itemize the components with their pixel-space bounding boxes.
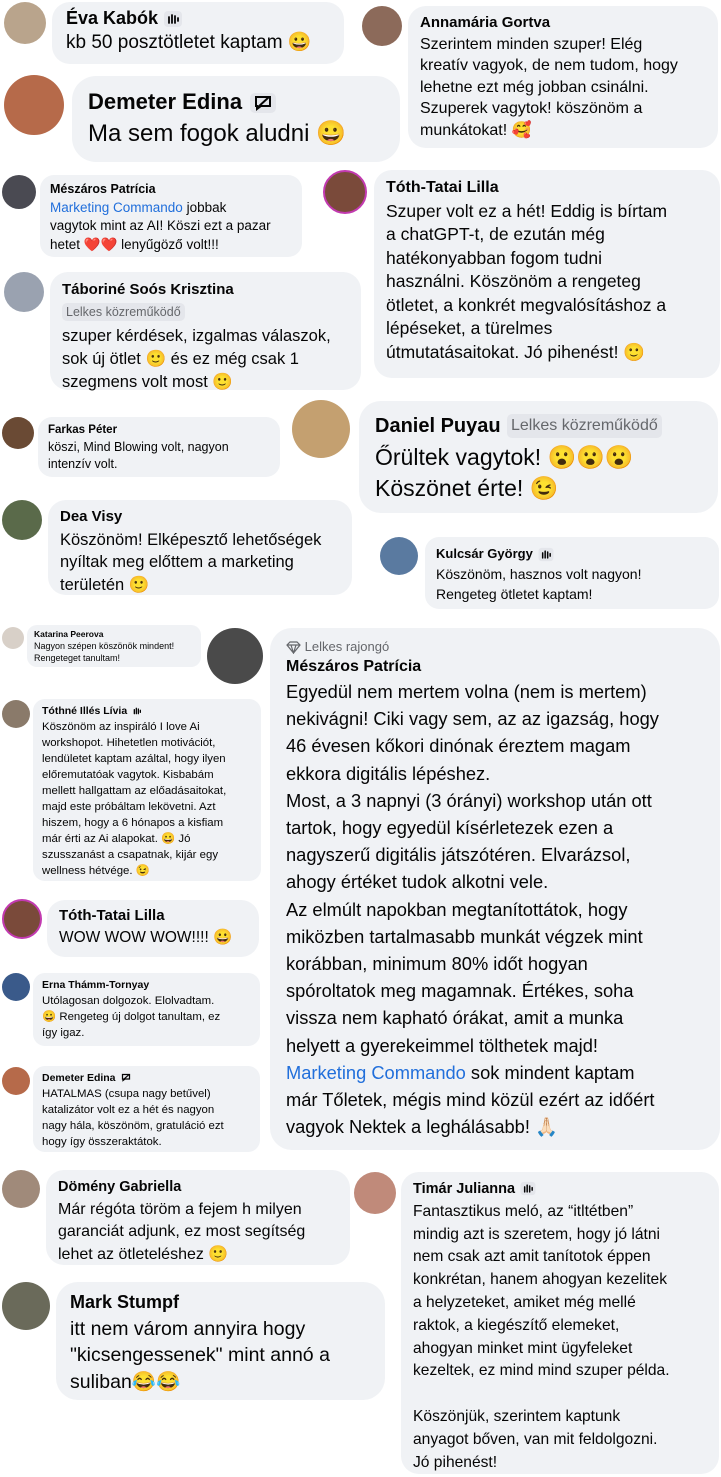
comment-bubble: Táboriné Soós Krisztina Lelkes közreműkö…: [50, 272, 361, 391]
comment-bubble: Demeter Edina Ma sem fogok aludni 😀: [72, 76, 400, 162]
avatar[interactable]: [323, 170, 367, 214]
comment-text: Nagyon szépen köszönök mindent! Rengeteg…: [34, 641, 175, 663]
avatar[interactable]: [4, 75, 64, 135]
comment-bubble: Katarina Peerova Nagyon szépen köszönök …: [27, 625, 201, 667]
comment-text: itt nem várom annyira hogy "kicsengessen…: [70, 1317, 330, 1393]
author-name[interactable]: Kulcsár György: [436, 546, 533, 561]
comment-text: Köszönöm az inspiráló I love Ai workshop…: [42, 721, 227, 877]
comment-bubble: Mészáros Patrícia Marketing Commando job…: [40, 175, 302, 257]
chat-icon: [249, 92, 277, 114]
comment-text: Szerintem minden szuper! Elég kreatív va…: [420, 35, 678, 139]
comment-text: Őrültek vagytok! 😮😮😮 Köszönet érte! 😉: [375, 444, 634, 501]
author-name[interactable]: Timár Julianna: [413, 1181, 515, 1197]
wave-icon: [130, 705, 144, 717]
avatar[interactable]: [4, 2, 46, 44]
contributor-badge: Lelkes közreműködő: [62, 303, 185, 321]
comment-bubble: Éva Kabók kb 50 posztötletet kaptam 😀: [52, 2, 344, 64]
author-name[interactable]: Daniel Puyau: [375, 415, 501, 437]
comment-text: Utólagosan dolgozok. Elolvadtam. 😀 Renge…: [42, 995, 221, 1039]
mention-link[interactable]: Marketing Commando: [286, 1062, 466, 1083]
author-name[interactable]: Táboriné Soós Krisztina: [62, 278, 349, 301]
comment-text: WOW WOW WOW!!!! 😀: [59, 929, 233, 946]
comment-text: Köszönöm! Elképesztő lehetőségek nyíltak…: [60, 530, 322, 594]
mention-link[interactable]: Marketing Commando: [50, 200, 183, 215]
comment-bubble: Dea Visy Köszönöm! Elképesztő lehetősége…: [48, 500, 352, 595]
avatar[interactable]: [380, 537, 418, 575]
comment-bubble: Kulcsár György Köszönöm, hasznos volt na…: [425, 537, 719, 609]
contributor-badge: Lelkes közreműködő: [507, 413, 662, 438]
comment-bubble: Demeter Edina HATALMAS (csupa nagy betűv…: [33, 1066, 260, 1152]
avatar[interactable]: [2, 1282, 50, 1330]
author-name[interactable]: Demeter Edina: [88, 89, 242, 114]
avatar[interactable]: [2, 1170, 40, 1208]
author-name[interactable]: Tóth-Tatai Lilla: [59, 905, 247, 927]
comment-text: Ma sem fogok aludni 😀: [88, 120, 346, 147]
author-name[interactable]: Demeter Edina: [42, 1072, 116, 1084]
comment-bubble: Tóth-Tatai Lilla Szuper volt ez a hét! E…: [374, 170, 720, 378]
avatar[interactable]: [2, 1067, 30, 1095]
wave-icon: [163, 10, 183, 28]
comment-bubble: Tóth-Tatai Lilla WOW WOW WOW!!!! 😀: [47, 900, 259, 957]
author-name[interactable]: Mészáros Patrícia: [50, 180, 292, 199]
author-name[interactable]: Tóthné Illés Lívia: [42, 705, 127, 717]
avatar[interactable]: [2, 175, 36, 209]
avatar[interactable]: [292, 400, 350, 458]
avatar[interactable]: [354, 1172, 396, 1214]
author-name[interactable]: Tóth-Tatai Lilla: [386, 176, 708, 200]
author-name[interactable]: Mark Stumpf: [70, 1289, 371, 1316]
avatar[interactable]: [2, 627, 24, 649]
fan-badge: Lelkes rajongó: [304, 639, 390, 654]
comment-bubble: Daniel Puyau Lelkes közreműködő Őrültek …: [359, 401, 718, 513]
author-name[interactable]: Erna Thámm-Tornyay: [42, 977, 251, 993]
comment-bubble: Annamária Gortva Szerintem minden szuper…: [408, 6, 718, 148]
avatar[interactable]: [2, 700, 30, 728]
comment-text: Egyedül nem mertem volna (nem is mertem)…: [286, 681, 659, 1056]
author-name[interactable]: Annamária Gortva: [420, 12, 706, 34]
author-name[interactable]: Éva Kabók: [66, 8, 158, 28]
author-name[interactable]: Mészáros Patrícia: [286, 656, 704, 678]
comment-bubble: Timár Julianna Fantasztikus meló, az “it…: [401, 1172, 719, 1474]
avatar[interactable]: [362, 6, 402, 46]
avatar[interactable]: [4, 272, 44, 312]
comment-text: szuper kérdések, izgalmas válaszok, sok …: [62, 327, 331, 391]
diamond-icon: [286, 641, 301, 655]
comment-bubble: Dömény Gabriella Már régóta töröm a feje…: [46, 1170, 350, 1265]
comment-text: köszi, Mind Blowing volt, nagyon intenzí…: [48, 440, 229, 471]
avatar[interactable]: [2, 899, 42, 939]
avatar[interactable]: [2, 973, 30, 1001]
avatar[interactable]: [207, 628, 263, 684]
wave-icon: [537, 547, 555, 562]
comment-text: kb 50 posztötletet kaptam 😀: [66, 32, 312, 53]
comment-text: Fantasztikus meló, az “itltétben” mindig…: [413, 1202, 670, 1471]
avatar[interactable]: [2, 500, 42, 540]
chat-icon: [119, 1072, 133, 1083]
comment-bubble: Mark Stumpf itt nem várom annyira hogy "…: [56, 1282, 385, 1400]
comment-bubble: Farkas Péter köszi, Mind Blowing volt, n…: [38, 417, 280, 477]
comment-bubble: Lelkes rajongó Mészáros Patrícia Egyedül…: [270, 628, 720, 1150]
comment-bubble: Tóthné Illés Lívia Köszönöm az inspiráló…: [33, 699, 261, 881]
author-name[interactable]: Katarina Peerova: [34, 628, 194, 640]
comment-text: Már régóta töröm a fejem h milyen garanc…: [58, 1200, 306, 1263]
author-name[interactable]: Dömény Gabriella: [58, 1176, 338, 1199]
wave-icon: [519, 1181, 537, 1196]
author-name[interactable]: Dea Visy: [60, 506, 340, 529]
author-name[interactable]: Farkas Péter: [48, 422, 270, 439]
avatar[interactable]: [2, 417, 34, 449]
comment-text: Köszönöm, hasznos volt nagyon! Rengeteg …: [436, 566, 642, 602]
comment-bubble: Erna Thámm-Tornyay Utólagosan dolgozok. …: [33, 973, 260, 1046]
comment-text: HATALMAS (csupa nagy betűvel) katalizáto…: [42, 1088, 224, 1148]
comment-text: Szuper volt ez a hét! Eddig is bírtam a …: [386, 200, 668, 362]
